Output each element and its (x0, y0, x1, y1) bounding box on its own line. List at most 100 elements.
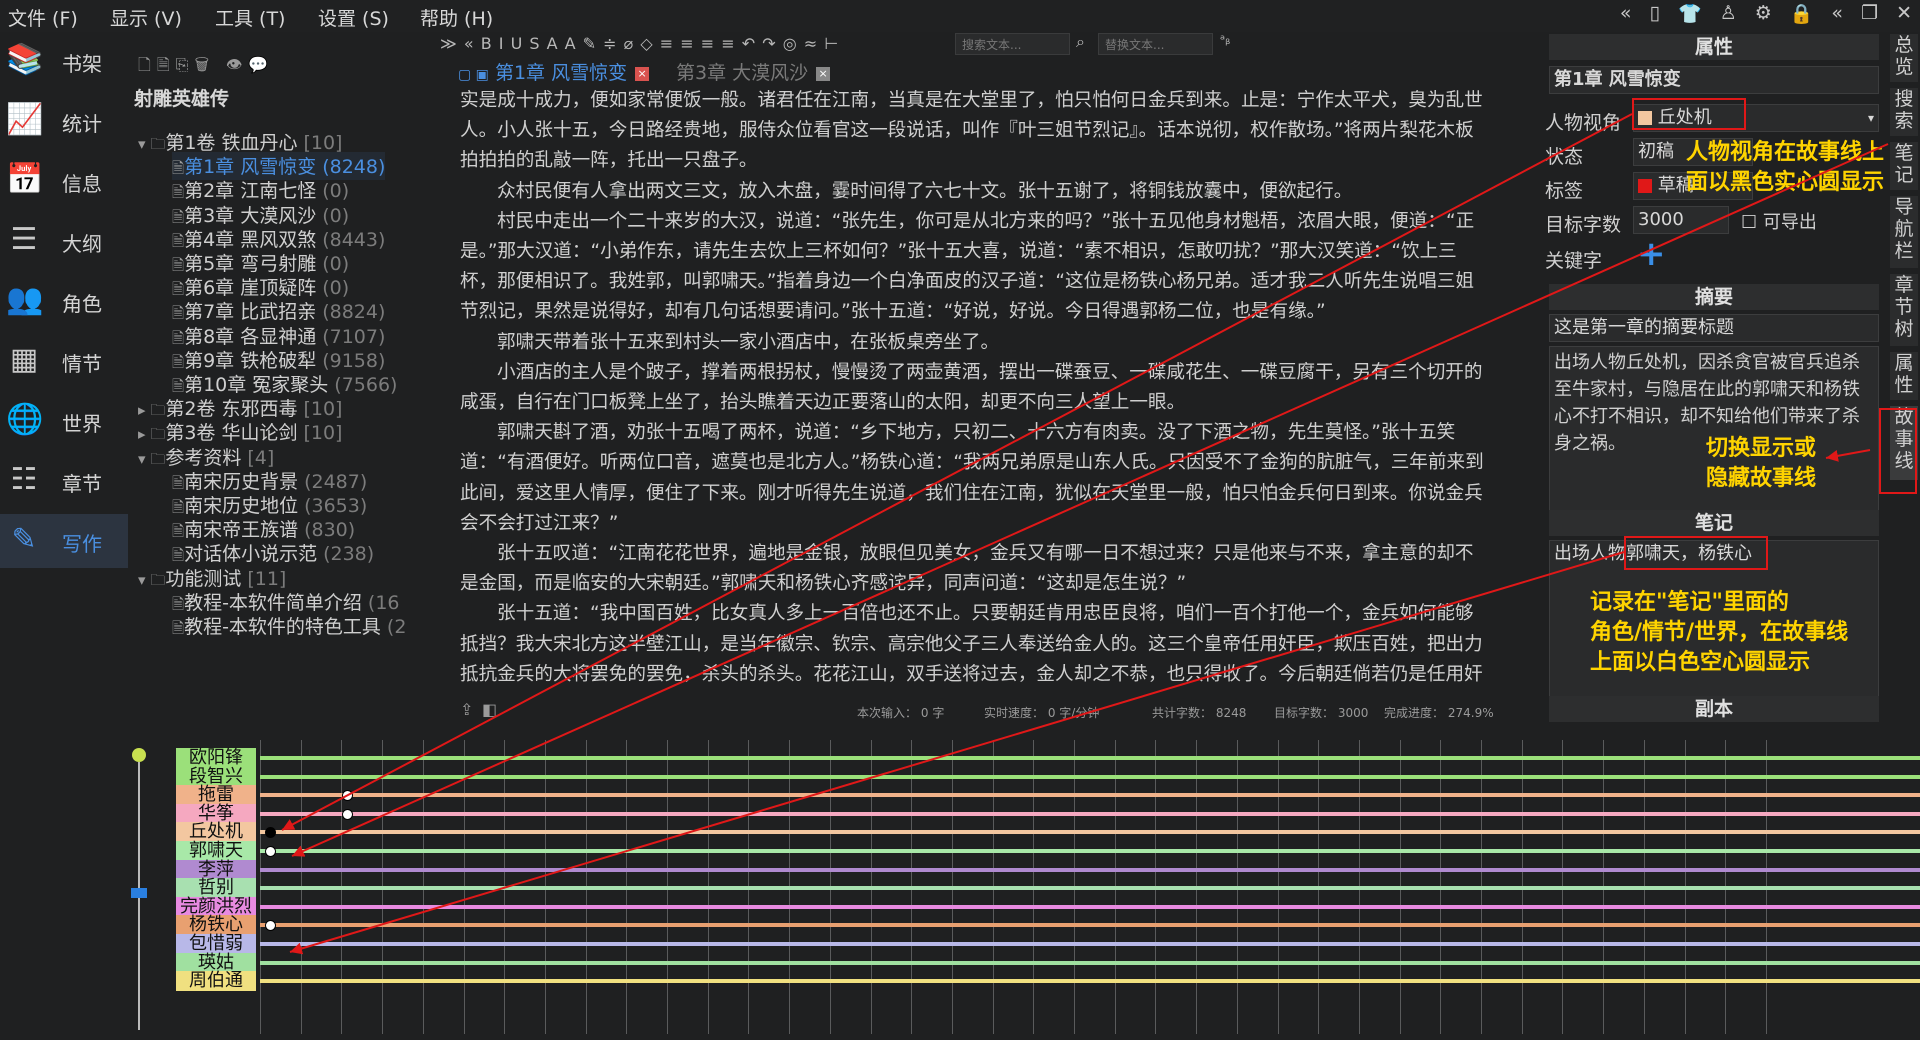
slider-icon[interactable]: ◧ (482, 700, 497, 719)
tree-count: (0) (322, 204, 350, 227)
globe-icon: 🌐 (6, 402, 44, 437)
collapse-icon[interactable]: « (1620, 2, 1632, 30)
summary-header: 摘要 (1549, 284, 1879, 310)
tab-chapter-1[interactable]: ▢ ▣ 第1章 风雪惊变 × (458, 58, 650, 85)
nav-item-8[interactable]: ✎ 写作 (0, 514, 128, 568)
tree-label: 第7章 比武招亲 (184, 301, 317, 324)
annotation-toggle: 切换显示或 隐藏故事线 (1706, 436, 1817, 491)
target-label: 目标字数 (1545, 214, 1622, 236)
summary-title-field[interactable]: 这是第一章的摘要标题 (1549, 314, 1879, 342)
note-dot[interactable] (341, 808, 353, 820)
eye-icon[interactable]: 👁 (226, 55, 248, 74)
nav-item-1[interactable]: 📈 统计 (0, 94, 128, 148)
tree-label: 第4章 黑风双煞 (184, 228, 317, 251)
side-tab-search[interactable]: 搜索 (1890, 88, 1918, 136)
upload-icon[interactable]: ⇪ (460, 700, 473, 719)
side-tab-properties[interactable]: 属性 (1890, 352, 1918, 400)
storyline-lane (260, 867, 1920, 872)
chapter-name-field[interactable]: 第1章 风雪惊变 (1549, 66, 1879, 94)
close-icon[interactable]: ✕ (1896, 2, 1912, 30)
add-keyword-icon[interactable]: + (1637, 234, 1666, 274)
tree-label: 南宋帝王族谱 (184, 519, 299, 542)
shirt-icon[interactable]: 👕 (1678, 2, 1702, 30)
folder-icon: ▾ 🗀 (138, 135, 166, 153)
nav-item-5[interactable]: ▦ 情节 (0, 334, 128, 388)
tab-chapter-3[interactable]: 第3章 大漠风沙 × (676, 58, 831, 85)
search-icon[interactable]: ⌕ (1076, 32, 1085, 52)
side-tab-notes[interactable]: 笔记 (1890, 142, 1918, 190)
delete-icon[interactable]: 🗑 (195, 55, 215, 74)
nav-item-0[interactable]: 📚 书架 (0, 34, 128, 88)
close-icon[interactable]: × (635, 66, 650, 81)
note-dot[interactable] (265, 920, 276, 932)
new-folder-icon[interactable]: 🗎 (157, 55, 176, 74)
comment-icon[interactable]: 💬 (248, 55, 274, 74)
storyline-lane (260, 979, 1920, 984)
storyline-character-label[interactable]: 包惜弱 (176, 934, 256, 954)
side-tab-chapter-tree[interactable]: 章节树 (1890, 274, 1918, 346)
tree-item[interactable]: 🗎教程-本软件的特色工具 (2 (172, 612, 406, 640)
menu-view[interactable]: 显示 (V) (110, 4, 182, 31)
menu-help[interactable]: 帮助 (H) (420, 4, 493, 31)
lock-icon[interactable]: 🔒 (1790, 2, 1814, 30)
new-file-icon[interactable]: 🗋 (138, 55, 157, 74)
paragraph: 小酒店的主人是个跛子，撑着两根拐杖，慢慢烫了两壶黄酒，摆出一碟蚕豆、一碟咸花生、… (460, 361, 1483, 414)
list-icon: ☷ (10, 462, 38, 497)
storyline-character-label[interactable]: 郭啸天 (176, 841, 256, 861)
storyline-character-label[interactable]: 周伯通 (176, 971, 256, 992)
restore-icon[interactable]: ❐ (1861, 2, 1878, 30)
replace-icon[interactable]: ᵃᵦ (1220, 33, 1230, 48)
back-icon[interactable]: « (1831, 2, 1843, 30)
nav-item-4[interactable]: 👥 角色 (0, 274, 128, 328)
menu-settings[interactable]: 设置 (S) (318, 4, 389, 31)
tree-label: 第2章 江南七怪 (184, 180, 317, 203)
folder-icon: ▸ 🗀 (138, 425, 166, 444)
editor-content[interactable]: 实是成十成力，便如家常便饭一般。诸君任在江南，当真是在大堂里了，怕只怕何日金兵到… (460, 86, 1490, 686)
nav-label: 世界 (62, 412, 102, 436)
copy-icon[interactable]: ⎘ (176, 55, 195, 74)
tree-label: 教程-本软件简单介绍 (184, 591, 362, 614)
tree-count: (3653) (304, 495, 368, 517)
nav-item-3[interactable]: ☰ 大纲 (0, 214, 128, 268)
nav-item-7[interactable]: ☷ 章节 (0, 454, 128, 508)
target-input[interactable]: 3000 (1633, 206, 1729, 234)
paragraph: 郭啸天斟了酒，劝张十五喝了两杯，说道：“乡下地方，只初二、十六方有肉卖。没了下酒… (460, 422, 1484, 534)
note-dot[interactable] (265, 846, 276, 857)
nav-item-6[interactable]: 🌐 世界 (0, 394, 128, 448)
annotation-notes: 记录在"笔记"里面的 角色/情节/世界，在故事线 上面以白色空心圆显示 (1590, 590, 1849, 675)
nav-item-2[interactable]: 📅 信息 (0, 154, 128, 208)
search-input[interactable]: 搜索文本... (955, 33, 1070, 55)
tree-count: (238) (323, 543, 375, 566)
notes-header: 笔记 (1549, 510, 1879, 536)
pov-dot[interactable] (265, 827, 276, 839)
file-icon: 🗎 (172, 256, 185, 274)
pencil-icon: ✎ (11, 522, 37, 557)
format-toolbar-glyphs[interactable]: ≫ « B I U S A A ✎ ≑ ⌀ ◇ ≡ ≡ ≡ ≡ ↶ ↷ ◎ ≈ … (440, 34, 839, 53)
folder-icon: ▾ 🗀 (138, 570, 166, 589)
highlight-notes-box (1624, 536, 1768, 570)
replace-input[interactable]: 替换文本... (1098, 33, 1213, 55)
menu-tools[interactable]: 工具 (T) (215, 4, 285, 31)
grid-icon: ▦ (9, 342, 39, 377)
tree-label: 第6章 崖顶疑阵 (184, 277, 317, 300)
close-icon[interactable]: × (816, 66, 831, 81)
paragraph: 实是成十成力，便如家常便饭一般。诸君任在江南，当真是在大堂里了，怕只怕何日金兵到… (460, 90, 1483, 172)
tree-label: 参考资料 (165, 446, 242, 469)
tree-count: (7107) (322, 325, 386, 348)
file-icon: 🗎 (172, 498, 185, 516)
settings-icon[interactable]: ⚙ (1755, 2, 1772, 30)
export-checkbox[interactable]: ☐ 可导出 (1741, 208, 1817, 234)
side-tab-overview[interactable]: 总览 (1890, 34, 1918, 82)
menu-file[interactable]: 文件 (F) (8, 4, 78, 31)
note-dot[interactable] (341, 790, 353, 802)
storyline-character-label[interactable]: 欧阳锋 (176, 748, 256, 768)
user-icon[interactable]: ♙ (1720, 2, 1737, 30)
tab-label: 第3章 大漠风沙 (676, 62, 809, 84)
storyline-lane (260, 849, 1920, 853)
tree-label: 对话体小说示范 (184, 543, 318, 566)
split-icon[interactable]: ▯ (1650, 2, 1660, 30)
file-icon: 🗎 (172, 207, 185, 226)
side-tab-navbar[interactable]: 导航栏 (1890, 196, 1918, 268)
file-icon: 🗎 (172, 159, 185, 178)
highlight-pov-box (1632, 98, 1746, 130)
